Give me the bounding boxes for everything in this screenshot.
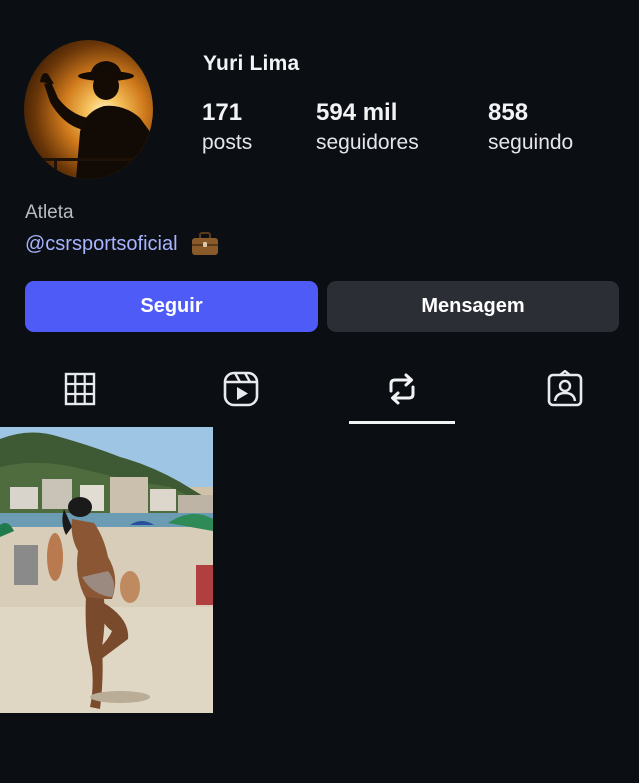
- tagged-icon: [547, 370, 582, 407]
- tab-tagged[interactable]: [512, 352, 617, 426]
- message-button[interactable]: Mensagem: [327, 281, 619, 332]
- following-count-value: 858: [488, 99, 529, 126]
- bio-link[interactable]: @csrsportsoficial: [25, 233, 178, 256]
- tab-reposts[interactable]: [349, 352, 454, 426]
- profile-username: Yuri Lima: [203, 52, 300, 75]
- grid-icon: [64, 372, 95, 406]
- following-count-label: seguindo: [488, 131, 574, 154]
- posts-count[interactable]: 171 posts: [202, 99, 252, 157]
- profile-page: Yuri Lima 171 posts 594 mil seguidores 8…: [0, 0, 639, 783]
- followers-count-value: 594 mil: [316, 99, 398, 126]
- posts-count-value: 171: [202, 99, 243, 126]
- beach-photo: [0, 427, 213, 713]
- bio-category: Atleta: [25, 202, 74, 223]
- bio-link-row: @csrsportsoficial: [25, 231, 220, 257]
- posts-count-label: posts: [202, 131, 253, 154]
- reels-icon: [223, 371, 258, 407]
- briefcase-icon: [190, 231, 220, 257]
- tab-grid[interactable]: [27, 352, 132, 426]
- active-tab-indicator: [349, 421, 455, 424]
- post-thumbnail[interactable]: [0, 427, 213, 713]
- avatar-silhouette: [24, 61, 153, 179]
- avatar[interactable]: [24, 40, 153, 179]
- follow-button[interactable]: Seguir: [25, 281, 318, 332]
- profile-tabs: [0, 352, 639, 426]
- following-count[interactable]: 858 seguindo: [488, 99, 573, 157]
- followers-count-label: seguidores: [316, 131, 419, 154]
- repost-icon: [389, 373, 414, 405]
- tab-reels[interactable]: [188, 352, 293, 426]
- followers-count[interactable]: 594 mil seguidores: [316, 99, 419, 157]
